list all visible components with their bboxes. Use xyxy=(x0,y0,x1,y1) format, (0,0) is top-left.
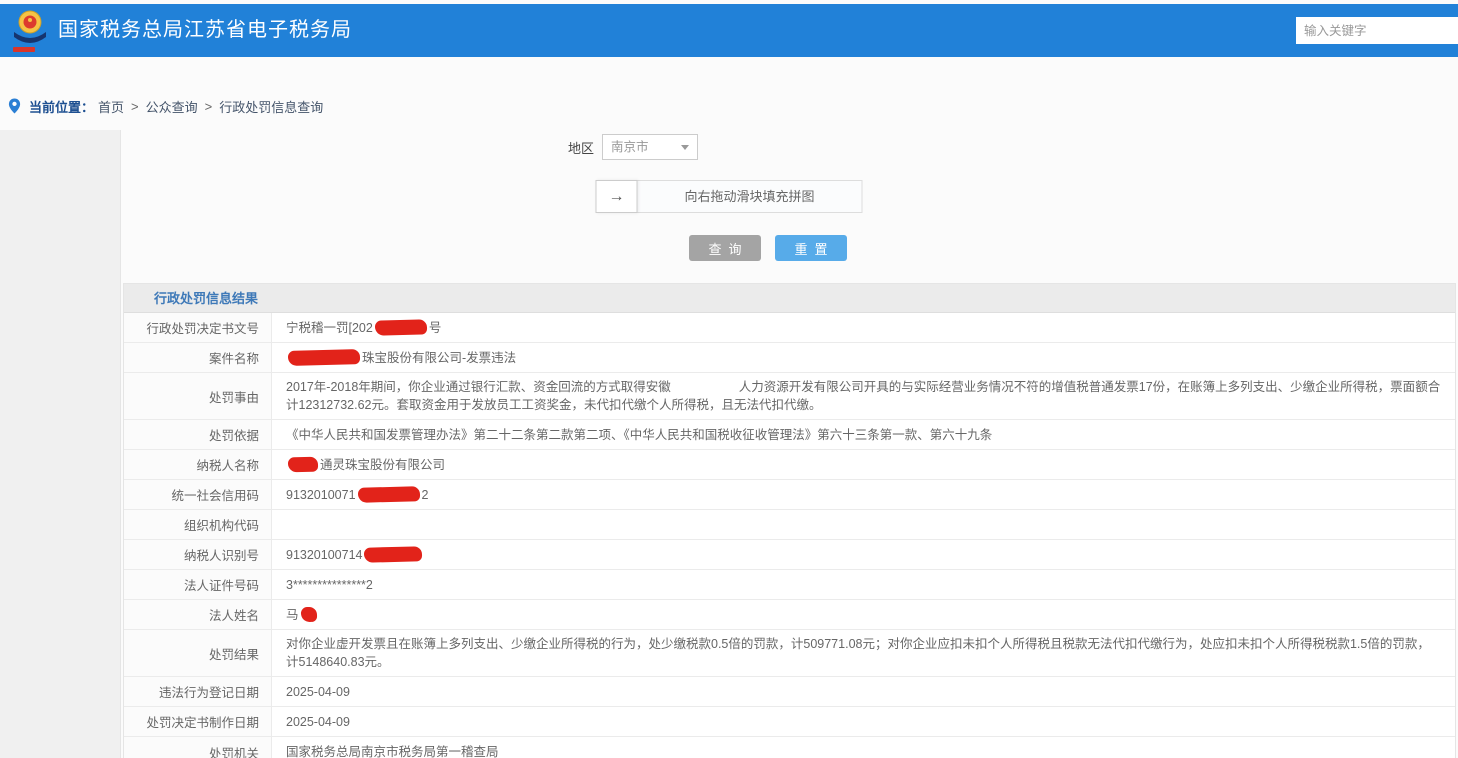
row-value: 马 xyxy=(272,600,1455,629)
row-label: 处罚机关 xyxy=(124,737,272,758)
row-label: 处罚事由 xyxy=(124,373,272,419)
left-sidebar-strip xyxy=(0,130,121,758)
row-label: 处罚决定书制作日期 xyxy=(124,707,272,736)
row-value: 91320100714 xyxy=(272,540,1455,569)
breadcrumb-separator: > xyxy=(131,99,139,114)
query-button[interactable]: 查询 xyxy=(689,235,761,261)
table-title: 行政处罚信息结果 xyxy=(124,284,1455,313)
row-value: 《中华人民共和国发票管理办法》第二十二条第二款第二项、《中华人民共和国税收征收管… xyxy=(272,420,1455,449)
slider-hint-text: 向右拖动滑块填充拼图 xyxy=(638,181,862,212)
row-label: 组织机构代码 xyxy=(124,510,272,539)
row-label: 纳税人识别号 xyxy=(124,540,272,569)
region-select[interactable]: 南京市 xyxy=(602,134,698,160)
row-label: 纳税人名称 xyxy=(124,450,272,479)
table-row-taxpayer-id: 纳税人识别号 91320100714 xyxy=(124,540,1455,570)
breadcrumb-public-query-link[interactable]: 公众查询 xyxy=(146,97,198,116)
redaction-mark xyxy=(375,319,427,335)
table-row-credit-code: 统一社会信用码 91320100712 xyxy=(124,480,1455,510)
row-label: 法人姓名 xyxy=(124,600,272,629)
row-label: 案件名称 xyxy=(124,343,272,372)
button-row: 查询 重置 xyxy=(39,235,1458,261)
table-row-penalty-basis: 处罚依据 《中华人民共和国发票管理办法》第二十二条第二款第二项、《中华人民共和国… xyxy=(124,420,1455,450)
row-label: 统一社会信用码 xyxy=(124,480,272,509)
row-value xyxy=(272,510,1455,539)
redaction-mark xyxy=(288,456,318,472)
search-input[interactable] xyxy=(1296,17,1458,44)
table-row-penalty-reason: 处罚事由 2017年-2018年期间，你企业通过银行汇款、资金回流的方式取得安徽… xyxy=(124,373,1455,420)
breadcrumb-separator: > xyxy=(205,99,213,114)
site-title: 国家税务总局江苏省电子税务局 xyxy=(58,4,352,57)
region-selected-value: 南京市 xyxy=(611,140,649,154)
row-value: 2017年-2018年期间，你企业通过银行汇款、资金回流的方式取得安徽人力资源开… xyxy=(272,373,1455,419)
row-label: 处罚结果 xyxy=(124,630,272,676)
redaction-mark xyxy=(300,606,316,621)
row-value: 91320100712 xyxy=(272,480,1455,509)
row-label: 违法行为登记日期 xyxy=(124,677,272,706)
row-value: 2025-04-09 xyxy=(272,677,1455,706)
redaction-mark xyxy=(288,349,360,366)
location-pin-icon xyxy=(8,98,21,114)
region-label: 地区 xyxy=(568,138,594,157)
row-label: 行政处罚决定书文号 xyxy=(124,313,272,342)
table-row-taxpayer-name: 纳税人名称 通灵珠宝股份有限公司 xyxy=(124,450,1455,480)
penalty-result-table: 行政处罚信息结果 行政处罚决定书文号 宁税稽一罚[202号 案件名称 珠宝股份有… xyxy=(123,283,1456,758)
page: 国家税务总局江苏省电子税务局 当前位置： 首页 > 公众查询 > 行政处罚信息查… xyxy=(0,0,1458,758)
arrow-right-icon: → xyxy=(609,188,625,206)
row-value: 3***************2 xyxy=(272,570,1455,599)
row-label: 法人证件号码 xyxy=(124,570,272,599)
redaction-mark xyxy=(364,546,422,563)
row-value: 通灵珠宝股份有限公司 xyxy=(272,450,1455,479)
breadcrumb: 当前位置： 首页 > 公众查询 > 行政处罚信息查询 xyxy=(8,96,323,116)
breadcrumb-home-link[interactable]: 首页 xyxy=(98,97,124,116)
row-value: 宁税稽一罚[202号 xyxy=(272,313,1455,342)
table-row-legal-person-name: 法人姓名 马 xyxy=(124,600,1455,630)
row-value: 珠宝股份有限公司-发票违法 xyxy=(272,343,1455,372)
row-value: 国家税务总局南京市税务局第一稽查局 xyxy=(272,737,1455,758)
row-value: 2025-04-09 xyxy=(272,707,1455,736)
table-row-violation-date: 违法行为登记日期 2025-04-09 xyxy=(124,677,1455,707)
tax-bureau-logo-icon xyxy=(10,9,50,53)
breadcrumb-penalty-query-link[interactable]: 行政处罚信息查询 xyxy=(219,97,323,116)
table-row-decision-date: 处罚决定书制作日期 2025-04-09 xyxy=(124,707,1455,737)
chevron-down-icon xyxy=(681,145,689,150)
redaction-mark xyxy=(357,486,419,503)
table-row-case-name: 案件名称 珠宝股份有限公司-发票违法 xyxy=(124,343,1455,373)
table-row-penalty-authority: 处罚机关 国家税务总局南京市税务局第一稽查局 xyxy=(124,737,1455,758)
row-label: 处罚依据 xyxy=(124,420,272,449)
region-row: 地区 南京市 xyxy=(0,134,1362,160)
table-row-org-code: 组织机构代码 xyxy=(124,510,1455,540)
reset-button[interactable]: 重置 xyxy=(775,235,847,261)
slider-handle[interactable]: → xyxy=(596,180,638,213)
breadcrumb-prefix: 当前位置： xyxy=(29,97,94,116)
table-row-penalty-result: 处罚结果 对你企业虚开发票且在账簿上多列支出、少缴企业所得税的行为，处少缴税款0… xyxy=(124,630,1455,677)
header-bar: 国家税务总局江苏省电子税务局 xyxy=(0,4,1458,57)
slider-captcha: → 向右拖动滑块填充拼图 xyxy=(596,180,863,213)
table-row-legal-person-id: 法人证件号码 3***************2 xyxy=(124,570,1455,600)
row-value: 对你企业虚开发票且在账簿上多列支出、少缴企业所得税的行为，处少缴税款0.5倍的罚… xyxy=(272,630,1455,676)
table-row-decision-number: 行政处罚决定书文号 宁税稽一罚[202号 xyxy=(124,313,1455,343)
